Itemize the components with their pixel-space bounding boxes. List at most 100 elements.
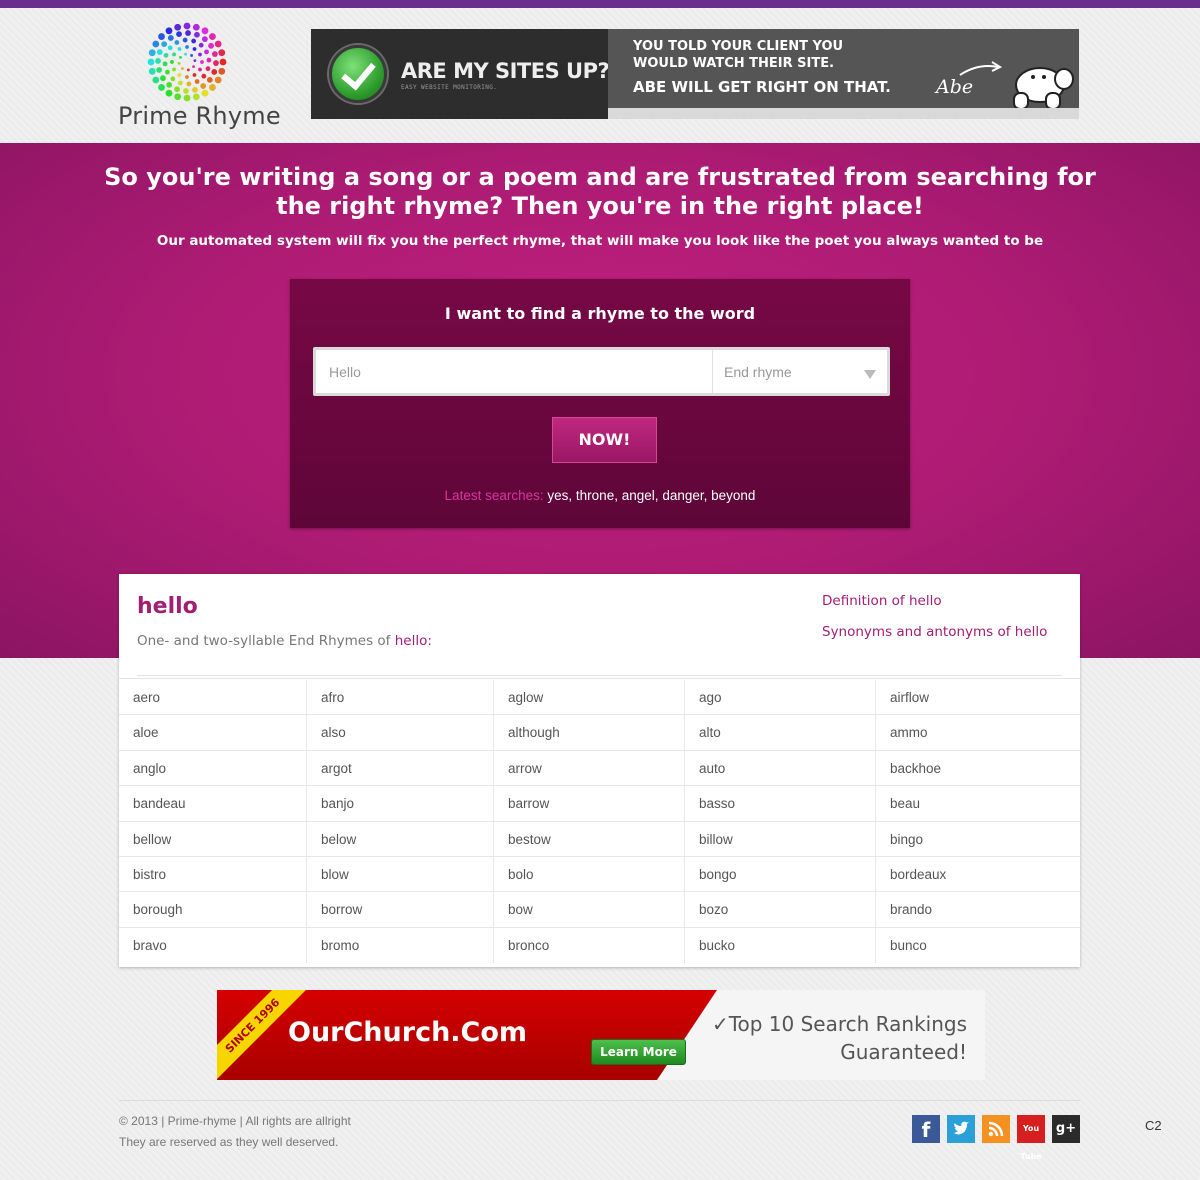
copyright: © 2013 | Prime-rhyme | All rights are al… [119, 1114, 351, 1128]
logo[interactable]: Prime Rhyme [118, 22, 281, 132]
rhyme-word-link[interactable]: borough [119, 892, 307, 927]
latest-search-link[interactable]: beyond [711, 488, 755, 503]
rhyme-word-link[interactable]: airflow [876, 680, 1080, 714]
rhyme-row: bandeau banjo barrow basso beau [119, 786, 1080, 822]
results-description-prefix: One- and two-syllable End Rhymes of [137, 633, 391, 649]
results-card: hello One- and two-syllable End Rhymes o… [119, 574, 1080, 967]
rhyme-word-link[interactable]: bravo [119, 927, 307, 964]
rhyme-word-link[interactable]: bunco [876, 928, 1080, 963]
search-button[interactable]: NOW! [552, 417, 657, 463]
results-description-word: hello [394, 633, 428, 649]
rhyme-word-link[interactable]: borrow [307, 892, 494, 927]
rhyme-word-link[interactable]: banjo [307, 786, 494, 821]
top-stripe [0, 0, 1200, 8]
hero-subtitle: Our automated system will fix you the pe… [156, 233, 1044, 249]
rhyme-word-link[interactable]: bestow [494, 821, 685, 856]
arrow-icon [959, 61, 1003, 76]
rhyme-word-link[interactable]: bucko [685, 927, 876, 964]
rhyme-word-link[interactable]: barrow [494, 786, 685, 821]
rhyme-word-link[interactable]: bordeaux [876, 857, 1080, 891]
rhyme-word-link[interactable]: aglow [494, 680, 685, 715]
rhyme-type-value: End rhyme [724, 364, 792, 380]
rhyme-word-link[interactable]: alto [685, 715, 876, 750]
top-banner-ad[interactable]: ARE MY SITES UP? EASY WEBSITE MONITORING… [311, 29, 1079, 119]
facebook-icon[interactable]: f [912, 1115, 940, 1143]
social-links: f You Tube g+ [912, 1115, 1080, 1161]
footer-tagline: They are reserved as they well deserved. [119, 1135, 339, 1149]
latest-search-link[interactable]: yes [547, 488, 568, 503]
twitter-icon[interactable] [947, 1115, 975, 1143]
rhyme-word-link[interactable]: blow [307, 856, 494, 892]
results-description-suffix: : [427, 633, 432, 649]
rhyme-word-link[interactable]: bandeau [119, 786, 307, 821]
rhyme-word-link[interactable]: anglo [119, 750, 307, 786]
search-heading: I want to find a rhyme to the word [444, 304, 756, 323]
ad-claim: ✓Top 10 Search Rankings Guaranteed! [712, 1010, 967, 1066]
rhyme-word-link[interactable]: bozo [685, 892, 876, 927]
latest-search-link[interactable]: throne [576, 488, 614, 503]
rhyme-row: bistro blow bolo bongo bordeaux [119, 856, 1080, 893]
rhyme-word-link[interactable]: also [307, 715, 494, 750]
rhyme-word-link[interactable]: arrow [494, 750, 685, 786]
ad-brand: OurChurch.Com [288, 1017, 528, 1048]
rhyme-word-link[interactable]: afro [307, 680, 494, 715]
rhyme-row: bravo bromo bronco bucko bunco [119, 927, 1080, 964]
rhyme-type-select[interactable]: End rhyme [712, 350, 887, 393]
word-input[interactable] [316, 350, 712, 393]
ad-title: ARE MY SITES UP? [401, 59, 610, 83]
abe-signature: Abe [936, 76, 974, 98]
latest-searches: Latest searches: yes, throne, angel, dan… [444, 488, 756, 503]
rhyme-word-link[interactable]: billow [685, 821, 876, 856]
rhyme-word-link[interactable]: backhoe [876, 751, 1080, 785]
latest-search-link[interactable]: danger [662, 488, 703, 503]
results-word: hello [137, 594, 198, 619]
rhyme-word-link[interactable]: ago [685, 680, 876, 715]
rhyme-word-link[interactable]: although [494, 715, 685, 750]
rhyme-row: bellow below bestow billow bingo [119, 821, 1080, 857]
rhyme-word-link[interactable]: basso [685, 786, 876, 821]
google-plus-icon[interactable]: g+ [1052, 1115, 1080, 1143]
rhyme-word-link[interactable]: argot [307, 750, 494, 786]
rhyme-word-link[interactable]: bow [494, 892, 685, 927]
definition-link[interactable]: Definition of hello [822, 593, 942, 609]
rhyme-word-link[interactable]: aero [119, 680, 307, 715]
rhyme-word-link[interactable]: bolo [494, 856, 685, 892]
mascot-icon [1013, 67, 1074, 110]
rhyme-search-panel: I want to find a rhyme to the word End r… [290, 279, 910, 528]
latest-searches-label: Latest searches: [444, 488, 544, 503]
rhyme-row: aero afro aglow ago airflow [119, 680, 1080, 716]
rhyme-word-link[interactable]: auto [685, 750, 876, 786]
synonyms-link[interactable]: Synonyms and antonyms of hello [822, 624, 1047, 640]
rhyme-word-link[interactable]: bistro [119, 856, 307, 892]
rhyme-row: aloe also although alto ammo [119, 715, 1080, 751]
youtube-icon[interactable]: You Tube [1017, 1115, 1045, 1161]
rhyme-word-link[interactable]: bromo [307, 927, 494, 964]
ad-subtitle: EASY WEBSITE MONITORING. [401, 84, 498, 91]
rhyme-word-link[interactable]: brando [876, 892, 1080, 926]
ad-right-panel: YOU TOLD YOUR CLIENT YOU WOULD WATCH THE… [608, 29, 1079, 119]
rhyme-word-link[interactable]: aloe [119, 715, 307, 750]
bottom-banner-ad[interactable]: SINCE 1996 OurChurch.Com Learn More ✓Top… [217, 990, 985, 1080]
latest-search-link[interactable]: angel [622, 488, 655, 503]
rhyme-word-link[interactable]: bellow [119, 821, 307, 856]
rhyme-word-link[interactable]: bongo [685, 856, 876, 892]
search-field: End rhyme [313, 347, 890, 396]
learn-more-button[interactable]: Learn More [591, 1039, 686, 1065]
divider [119, 678, 1080, 679]
ad-claim-line-2: Guaranteed! [840, 1040, 967, 1064]
rhyme-word-link[interactable]: ammo [876, 715, 1080, 749]
rhyme-row: borough borrow bow bozo brando [119, 892, 1080, 928]
rhyme-word-link[interactable]: below [307, 821, 494, 856]
rhyme-grid: aero afro aglow ago airflow aloe also although a… [119, 680, 1080, 964]
checkmark-icon [329, 45, 387, 103]
page-code: C2 [1145, 1118, 1162, 1133]
logo-spiral-icon [147, 22, 227, 102]
rhyme-row: anglo argot arrow auto backhoe [119, 750, 1080, 787]
rhyme-word-link[interactable]: beau [876, 786, 1080, 820]
rhyme-word-link[interactable]: bronco [494, 927, 685, 964]
ad-line-2: WOULD WATCH THEIR SITE. [633, 56, 835, 71]
ad-claim-line-1: ✓Top 10 Search Rankings [711, 1012, 967, 1036]
rss-icon[interactable] [982, 1115, 1010, 1143]
logo-text: Prime Rhyme [118, 102, 281, 130]
rhyme-word-link[interactable]: bingo [876, 822, 1080, 856]
